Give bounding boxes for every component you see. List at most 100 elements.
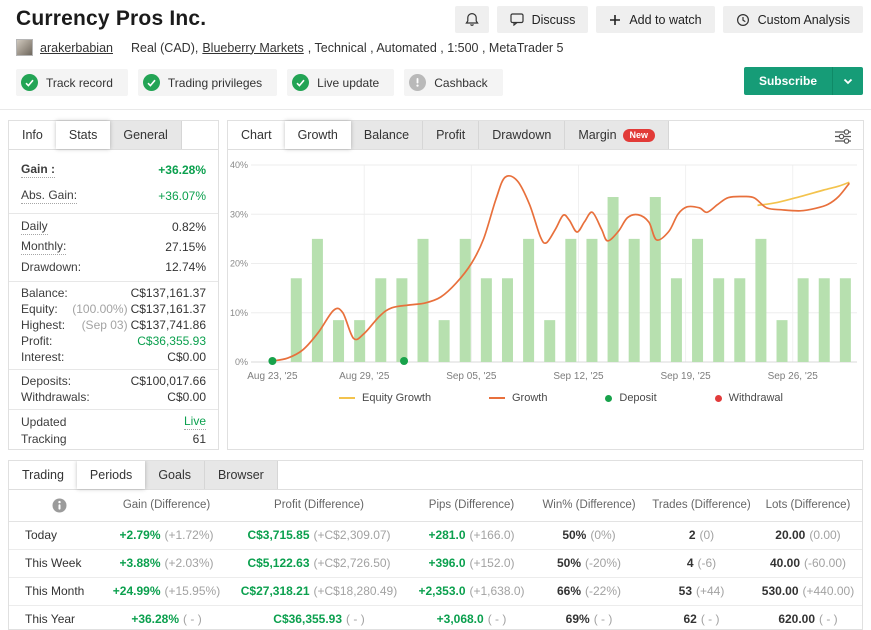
check-circle-icon <box>292 74 309 91</box>
table-header-row: Gain (Difference) Profit (Difference) Pi… <box>9 490 862 521</box>
verification-badges: Track record Trading privileges Live upd… <box>16 66 863 109</box>
chart-panel: Chart Growth Balance Profit Drawdown Mar… <box>227 120 864 450</box>
badge-cashback[interactable]: Cashback <box>404 69 502 96</box>
svg-text:Sep 05, '25: Sep 05, '25 <box>446 371 497 382</box>
badge-track-record[interactable]: Track record <box>16 69 128 96</box>
tab-trading[interactable]: Trading <box>9 461 77 489</box>
stat-row-drawdown: Drawdown:12.74% <box>21 257 206 277</box>
growth-chart[interactable]: 0%10%20%30%40%Aug 23, '25Aug 29, '25Sep … <box>229 152 863 388</box>
stat-row-equity: Equity:(100.00%)C$137,161.37 <box>21 301 206 317</box>
subscribe-split-button: Subscribe <box>744 67 863 95</box>
svg-text:Aug 23, '25: Aug 23, '25 <box>247 371 298 382</box>
page-title: Currency Pros Inc. <box>16 7 206 31</box>
svg-text:20%: 20% <box>230 259 248 269</box>
tab-growth[interactable]: Growth <box>285 121 351 149</box>
badge-live-update[interactable]: Live update <box>287 69 394 96</box>
col-profit: Profit (Difference) <box>224 490 414 521</box>
col-gain: Gain (Difference) <box>109 490 224 521</box>
check-circle-icon <box>21 74 38 91</box>
table-row-this-week[interactable]: This Week +3.88%(+2.03%) C$5,122.63(+C$2… <box>9 549 862 577</box>
stat-row-monthly: Monthly:27.15% <box>21 237 206 257</box>
stat-row-daily: Daily0.82% <box>21 217 206 237</box>
subscribe-dropdown-button[interactable] <box>832 67 863 95</box>
badge-label: Cashback <box>434 76 487 90</box>
svg-text:40%: 40% <box>230 160 248 170</box>
svg-text:0%: 0% <box>235 357 248 367</box>
table-row-this-month[interactable]: This Month +24.99%(+15.95%) C$27,318.21(… <box>9 577 862 605</box>
add-to-watch-label: Add to watch <box>629 13 701 27</box>
col-pips: Pips (Difference) <box>414 490 529 521</box>
info-icon <box>52 498 67 513</box>
new-badge: New <box>623 129 656 142</box>
svg-text:Sep 19, '25: Sep 19, '25 <box>660 371 711 382</box>
add-to-watch-button[interactable]: Add to watch <box>596 6 714 33</box>
discuss-label: Discuss <box>532 13 576 27</box>
stat-row-gain: Gain :+36.28% <box>21 157 206 183</box>
header: Currency Pros Inc. Discuss Add to watch … <box>0 0 871 110</box>
tab-info[interactable]: Info <box>9 121 56 149</box>
divider <box>9 369 218 370</box>
avatar <box>16 39 33 56</box>
stat-row-deposits: Deposits:C$100,017.66 <box>21 373 206 389</box>
stat-row-interest: Interest:C$0.00 <box>21 349 206 365</box>
bell-icon <box>465 12 479 27</box>
badge-trading-privileges[interactable]: Trading privileges <box>138 69 277 96</box>
history-clock-icon <box>736 13 750 27</box>
tab-stats[interactable]: Stats <box>56 121 111 149</box>
tab-margin[interactable]: Margin New <box>565 121 669 149</box>
divider <box>9 213 218 214</box>
custom-analysis-button[interactable]: Custom Analysis <box>723 6 863 33</box>
table-row-this-year[interactable]: This Year +36.28%( - ) C$36,355.93( - ) … <box>9 605 862 630</box>
col-trades: Trades (Difference) <box>649 490 754 521</box>
tab-drawdown[interactable]: Drawdown <box>479 121 565 149</box>
stat-row-withdrawals: Withdrawals:C$0.00 <box>21 389 206 405</box>
chart-legend: Equity Growth Growth Deposit Withdrawal <box>339 392 783 404</box>
stats-tabs: Info Stats General <box>9 121 218 150</box>
tab-profit[interactable]: Profit <box>423 121 479 149</box>
growth-line-swatch <box>489 397 505 399</box>
legend-equity-growth[interactable]: Equity Growth <box>339 392 431 404</box>
chart-tabs: Chart Growth Balance Profit Drawdown Mar… <box>228 121 863 150</box>
chart-settings-button[interactable] <box>831 126 855 147</box>
stat-row-profit: Profit:C$36,355.93 <box>21 333 206 349</box>
account-type-text: Real (CAD), <box>131 41 198 55</box>
svg-text:30%: 30% <box>230 209 248 219</box>
tab-periods[interactable]: Periods <box>77 461 145 489</box>
main-content: Info Stats General Gain :+36.28% Abs. Ga… <box>0 110 871 450</box>
legend-withdrawal[interactable]: Withdrawal <box>715 392 783 404</box>
account-info-line: arakerbabian Real (CAD), Blueberry Marke… <box>16 39 863 56</box>
tab-chart[interactable]: Chart <box>228 121 285 149</box>
withdrawal-dot-swatch <box>715 395 722 402</box>
chevron-down-icon <box>843 78 853 85</box>
svg-text:Sep 12, '25: Sep 12, '25 <box>553 371 604 382</box>
tab-browser[interactable]: Browser <box>205 461 278 489</box>
table-row-today[interactable]: Today +2.79%(+1.72%) C$3,715.85(+C$2,309… <box>9 521 862 549</box>
periods-table: Gain (Difference) Profit (Difference) Pi… <box>9 490 862 630</box>
plus-icon <box>609 14 621 26</box>
legend-deposit[interactable]: Deposit <box>605 392 656 404</box>
stat-row-tracking: Tracking61 <box>21 430 206 447</box>
header-actions: Discuss Add to watch Custom Analysis <box>455 4 863 33</box>
account-details-text: , Technical , Automated , 1:500 , MetaTr… <box>308 41 564 55</box>
tab-general[interactable]: General <box>110 121 181 149</box>
broker-link[interactable]: Blueberry Markets <box>202 41 303 55</box>
live-status[interactable]: Live <box>184 414 206 430</box>
svg-text:Aug 29, '25: Aug 29, '25 <box>339 371 390 382</box>
sliders-icon <box>833 128 853 145</box>
info-header-cell[interactable] <box>9 490 109 521</box>
stats-body: Gain :+36.28% Abs. Gain:+36.07% Daily0.8… <box>9 150 218 447</box>
equity-line-swatch <box>339 397 355 399</box>
username-link[interactable]: arakerbabian <box>40 41 113 55</box>
notifications-button[interactable] <box>455 6 489 33</box>
page: Currency Pros Inc. Discuss Add to watch … <box>0 0 871 630</box>
stat-row-balance: Balance:C$137,161.37 <box>21 285 206 301</box>
legend-growth[interactable]: Growth <box>489 392 547 404</box>
svg-text:Sep 26, '25: Sep 26, '25 <box>768 371 819 382</box>
check-circle-icon <box>143 74 160 91</box>
exclamation-circle-icon <box>409 74 426 91</box>
discuss-button[interactable]: Discuss <box>497 6 589 33</box>
subscribe-button[interactable]: Subscribe <box>744 67 832 95</box>
periods-tabs: Trading Periods Goals Browser <box>9 461 862 490</box>
tab-goals[interactable]: Goals <box>145 461 205 489</box>
tab-balance[interactable]: Balance <box>351 121 423 149</box>
